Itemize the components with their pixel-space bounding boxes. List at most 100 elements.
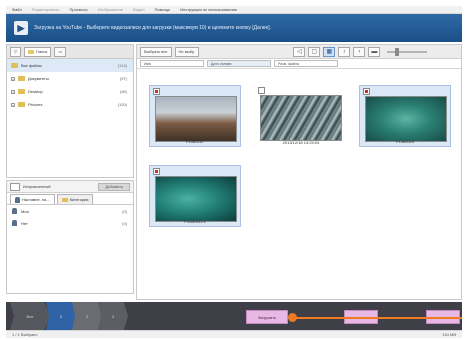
status-bar: 1 / 1 Выбрано 134 MB bbox=[6, 330, 462, 338]
thumbnail-item[interactable]: 2013/12/18 13:29:04 bbox=[255, 85, 347, 147]
select-all-button[interactable]: Выбрать все bbox=[140, 46, 172, 57]
filter-tab[interactable]: ▽ bbox=[10, 46, 22, 57]
folder-icon bbox=[11, 63, 18, 68]
step-1[interactable]: 1 bbox=[46, 302, 76, 330]
folder-panel: ▽ Папка ▭ Все файлы (114) + Документы (9… bbox=[6, 44, 134, 178]
view-icon: ▭ bbox=[58, 49, 63, 54]
folder-tab[interactable]: Папка bbox=[24, 46, 52, 57]
folder-icon bbox=[18, 102, 25, 107]
status-size: 134 MB bbox=[442, 332, 456, 337]
person-icon bbox=[15, 196, 20, 203]
filter-icon: ▽ bbox=[14, 49, 18, 54]
tree-item-all-files[interactable]: Все файлы (114) bbox=[7, 59, 133, 72]
youtube-upload-app-icon: ▶ bbox=[14, 21, 28, 35]
tree-item-label: Документы bbox=[28, 76, 49, 81]
title-bar: ▶ Загрузка на YouTube - Выберите видеоза… bbox=[6, 14, 462, 42]
folder-tab-label: Папка bbox=[36, 49, 48, 54]
person-item-count: (0) bbox=[122, 208, 127, 214]
tab-people[interactable]: Наставле. на... bbox=[10, 194, 55, 204]
thumbnail-item[interactable]: P1080033.1 bbox=[149, 165, 241, 227]
people-panel: Исправленный Добавить Наставле. на... Ка… bbox=[6, 180, 134, 294]
zoom-out-icon[interactable]: ▬ bbox=[368, 46, 381, 57]
tree-item-documents[interactable]: + Документы (97) bbox=[7, 72, 133, 85]
thumbnail-checkbox[interactable] bbox=[363, 88, 370, 95]
person-item[interactable]: Мои (0) bbox=[7, 205, 133, 217]
thumbnail-image[interactable] bbox=[365, 96, 447, 142]
callout-dot bbox=[288, 313, 297, 322]
tree-item-pictures[interactable]: + Pictures (100) bbox=[7, 98, 133, 111]
thumbnail-checkbox[interactable] bbox=[258, 87, 265, 94]
next-button[interactable]: › bbox=[353, 46, 366, 57]
thumbnail-caption: P1080020 bbox=[395, 139, 415, 144]
grid-view-icon[interactable]: ▢ bbox=[308, 46, 321, 57]
step-2[interactable]: 2 bbox=[72, 302, 102, 330]
zoom-slider-handle[interactable] bbox=[395, 47, 400, 56]
tab-people-label: Наставле. на... bbox=[22, 197, 50, 202]
thumbnail-checkbox[interactable] bbox=[153, 88, 160, 95]
expand-icon[interactable]: + bbox=[11, 89, 15, 94]
person-item-count: (0) bbox=[122, 220, 127, 226]
tree-item-label: Pictures bbox=[28, 102, 43, 107]
thumbnail-checkbox[interactable] bbox=[153, 168, 160, 175]
menu-item-image[interactable]: Изображение bbox=[98, 7, 123, 12]
menu-item-manual[interactable]: Инструкция по использованию bbox=[180, 7, 237, 12]
thumbnail-toolbar: Выбрать все Не выбр. ◁ ▢ ▦ ‹ › ▬ bbox=[137, 45, 461, 59]
thumbnail-image[interactable] bbox=[260, 95, 342, 141]
sort-date[interactable]: Дата съемки bbox=[207, 60, 271, 67]
tab-category-label: Категория bbox=[69, 197, 89, 202]
thumbnail-grid: P1080167 2013/12/18 13:29:04 P1080020 P1… bbox=[137, 69, 461, 301]
sort-name[interactable]: Имя bbox=[140, 60, 204, 67]
person-item-label: Мои bbox=[21, 208, 29, 214]
people-panel-tabs: Наставле. на... Категория bbox=[7, 193, 133, 205]
status-selection: 1 / 1 Выбрано bbox=[12, 332, 38, 337]
callout-line bbox=[294, 316, 462, 319]
person-icon bbox=[12, 220, 17, 226]
step-all[interactable]: Все bbox=[10, 302, 50, 330]
tree-item-count: (100) bbox=[117, 102, 127, 107]
person-item-label: Нет bbox=[21, 220, 28, 226]
window-title: Загрузка на YouTube - Выберите видеозапи… bbox=[34, 25, 272, 31]
upload-button[interactable]: Загрузить bbox=[246, 310, 288, 324]
thumbnail-item[interactable]: P1080167 bbox=[149, 85, 241, 147]
filter-checkbox[interactable] bbox=[10, 182, 20, 191]
thumbnail-caption: 2013/12/18 13:29:04 bbox=[282, 140, 320, 145]
person-item[interactable]: Нет (0) bbox=[7, 217, 133, 229]
folder-icon bbox=[61, 197, 68, 202]
people-panel-title: Исправленный bbox=[23, 184, 51, 189]
person-icon bbox=[12, 208, 17, 214]
tab-category[interactable]: Категория bbox=[56, 194, 94, 204]
thumbnail-image[interactable] bbox=[155, 176, 237, 222]
thumbnail-panel: Выбрать все Не выбр. ◁ ▢ ▦ ‹ › ▬ Имя Дат… bbox=[136, 44, 462, 300]
thumbnail-caption: P1080033.1 bbox=[184, 219, 206, 224]
thumbnail-image[interactable] bbox=[155, 96, 237, 142]
menu-item-help[interactable]: Помощь bbox=[155, 7, 170, 12]
folder-icon bbox=[18, 76, 25, 81]
menu-item-edit[interactable]: Редактировать bbox=[32, 7, 60, 12]
step-3[interactable]: 3 bbox=[98, 302, 128, 330]
view-tab[interactable]: ▭ bbox=[54, 46, 67, 57]
zoom-slider[interactable] bbox=[387, 47, 428, 56]
prev-button[interactable]: ‹ bbox=[338, 46, 351, 57]
menu-item-file[interactable]: Файл bbox=[12, 7, 22, 12]
tree-item-count: (114) bbox=[117, 63, 127, 68]
add-button[interactable]: Добавить bbox=[98, 182, 130, 191]
thumbnail-caption: P1080167 bbox=[185, 139, 205, 144]
tree-item-count: (97) bbox=[119, 76, 127, 81]
menu-item-view[interactable]: Просмотр bbox=[69, 7, 87, 12]
detail-view-icon[interactable]: ▦ bbox=[323, 46, 336, 57]
people-panel-header: Исправленный Добавить bbox=[7, 181, 133, 193]
thumbnail-item[interactable]: P1080020 bbox=[359, 85, 451, 147]
tree-item-desktop[interactable]: + Desktop (98) bbox=[7, 85, 133, 98]
sort-bar: Имя Дата съемки Разм. файла bbox=[137, 59, 461, 69]
sort-size[interactable]: Разм. файла bbox=[274, 60, 338, 67]
expand-icon[interactable]: + bbox=[11, 76, 15, 81]
menu-item-video[interactable]: Видео bbox=[133, 7, 145, 12]
menu-bar: Файл Редактировать Просмотр Изображение … bbox=[6, 6, 462, 14]
deselect-button[interactable]: Не выбр. bbox=[174, 46, 200, 57]
tree-item-count: (98) bbox=[119, 89, 127, 94]
single-view-icon[interactable]: ◁ bbox=[293, 46, 306, 57]
folder-icon bbox=[28, 49, 35, 54]
expand-icon[interactable]: + bbox=[11, 102, 15, 107]
tree-item-label: Desktop bbox=[28, 89, 43, 94]
folder-icon bbox=[18, 89, 25, 94]
